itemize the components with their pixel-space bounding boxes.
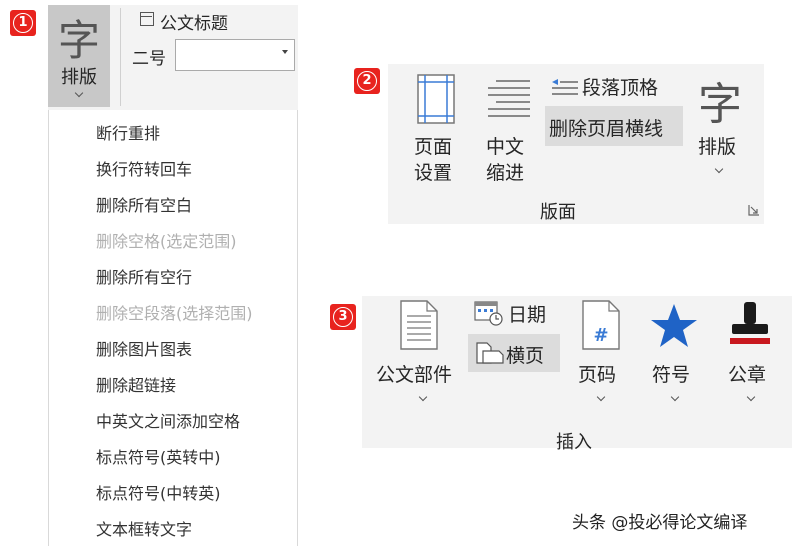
symbol-button[interactable]: 符号	[644, 298, 704, 408]
landscape-button[interactable]: 横页	[468, 334, 560, 372]
layout-format-button[interactable]: 字 排版	[690, 68, 750, 188]
format-label: 排版	[61, 67, 97, 88]
chevron-down-icon	[596, 392, 606, 402]
dialog-launcher-icon[interactable]	[748, 204, 760, 216]
menu-item-add-cjk-spacing[interactable]: 中英文之间添加空格	[96, 408, 240, 432]
menu-item-punct-cn-to-en[interactable]: 标点符号(中转英)	[96, 480, 221, 504]
chevron-down-icon	[418, 392, 428, 402]
chinese-indent-button[interactable]: 中文 缩进	[476, 68, 538, 188]
doc-parts-button[interactable]: 公文部件	[374, 298, 466, 408]
insert-group-label: 插入	[556, 432, 592, 453]
star-icon	[651, 304, 697, 347]
para-indent-icon	[552, 79, 578, 95]
page-number-icon: #	[582, 300, 620, 350]
size-dropdown[interactable]	[175, 39, 295, 71]
chevron-down-icon	[74, 88, 84, 98]
date-button[interactable]: 日期	[470, 298, 562, 328]
menu-item-linebreak-to-return[interactable]: 换行符转回车	[96, 156, 192, 180]
menu-item-delete-images[interactable]: 删除图片图表	[96, 336, 192, 360]
format-glyph-icon: 字	[57, 16, 100, 65]
menu-item-rebreak[interactable]: 断行重排	[96, 120, 160, 144]
divider	[120, 8, 121, 106]
watermark: 头条 @投必得论文编译	[572, 513, 748, 533]
page-setup-button[interactable]: 页面 设置	[402, 68, 470, 188]
title-label: 公文标题	[160, 14, 228, 34]
menu-item-delete-empty-paragraphs: 删除空段落(选择范围)	[96, 304, 253, 323]
document-icon	[400, 300, 438, 350]
chevron-down-icon	[714, 164, 724, 174]
layout-group-label: 版面	[540, 202, 576, 223]
calendar-icon	[474, 301, 503, 326]
para-flush-button[interactable]: 段落顶格	[548, 72, 678, 100]
indent-icon	[488, 80, 530, 117]
delete-header-line-button[interactable]: 删除页眉横线	[545, 106, 683, 146]
chevron-down-icon	[746, 392, 756, 402]
menu-item-delete-whitespace[interactable]: 删除所有空白	[96, 192, 192, 216]
page-number-button[interactable]: # 页码	[570, 298, 630, 408]
badge-3: 3	[330, 304, 356, 330]
dropdown-arrow-icon	[282, 50, 288, 54]
chevron-down-icon	[670, 392, 680, 402]
format-button[interactable]: 字 排版	[48, 5, 110, 107]
page-setup-icon	[417, 74, 455, 124]
stamp-icon	[730, 302, 770, 344]
badge-1: 1	[10, 10, 36, 36]
svg-text:#: #	[593, 325, 608, 346]
menu-item-textbox-to-text[interactable]: 文本框转文字	[96, 516, 192, 540]
size-label: 二号	[132, 49, 166, 69]
format-glyph-icon: 字	[698, 79, 742, 130]
menu-item-delete-hyperlinks[interactable]: 删除超链接	[96, 372, 176, 396]
title-checkbox[interactable]	[140, 12, 154, 26]
landscape-page-icon	[476, 342, 504, 364]
menu-item-delete-empty-lines[interactable]: 删除所有空行	[96, 264, 192, 288]
seal-button[interactable]: 公章	[720, 298, 780, 408]
badge-2: 2	[354, 68, 380, 94]
menu-item-delete-spaces: 删除空格(选定范围)	[96, 232, 237, 251]
menu-item-punct-en-to-cn[interactable]: 标点符号(英转中)	[96, 444, 221, 468]
